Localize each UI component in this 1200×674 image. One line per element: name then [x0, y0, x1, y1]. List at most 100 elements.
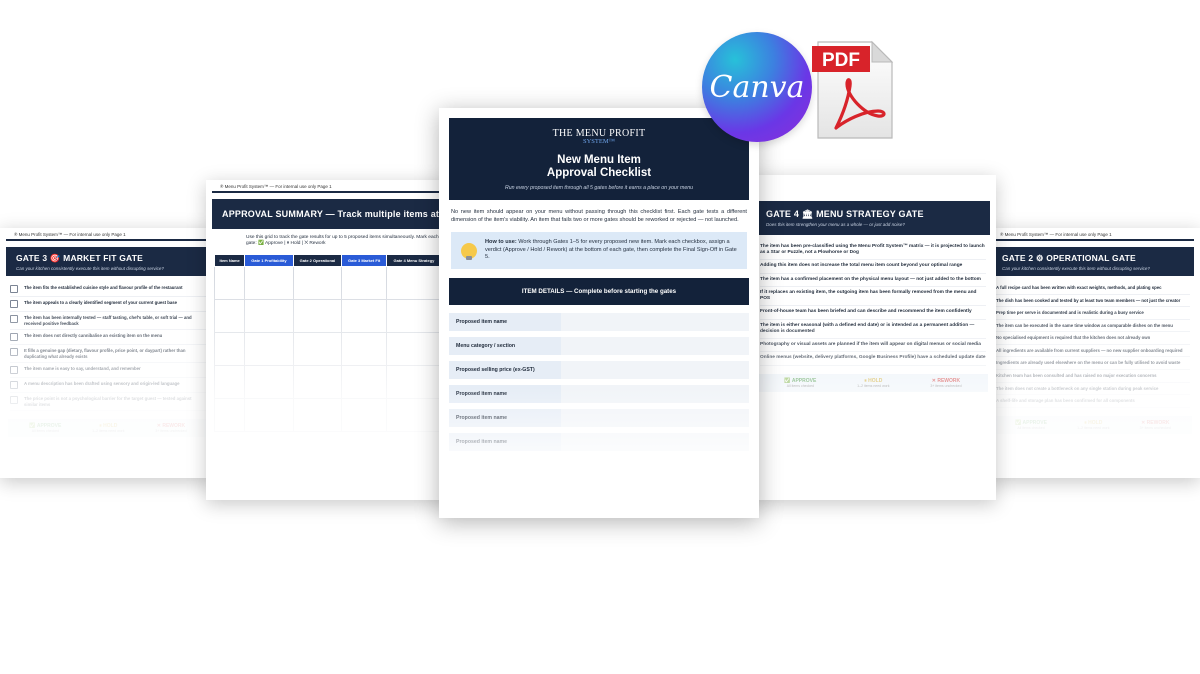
grid-cell[interactable]: [341, 265, 387, 300]
gate-3-banner: GATE 3 🎯 MARKET FIT GATE Can your kitche…: [6, 247, 210, 276]
canva-logo: Canva: [702, 32, 812, 142]
detail-input[interactable]: [561, 409, 749, 428]
checklist-item-label: The item appeals to a clearly identified…: [24, 300, 178, 305]
grid-cell[interactable]: [385, 364, 443, 399]
checkbox[interactable]: [10, 333, 18, 342]
checklist-item[interactable]: The item has been pre-classified using t…: [760, 241, 986, 261]
checkbox[interactable]: [10, 396, 18, 405]
checkbox[interactable]: [10, 300, 18, 308]
grid-cell[interactable]: [213, 364, 246, 399]
grid-cell[interactable]: [244, 298, 294, 333]
checkbox[interactable]: [10, 381, 18, 390]
detail-input[interactable]: [561, 385, 749, 404]
grid-cell[interactable]: [341, 331, 387, 366]
checklist-item[interactable]: The dish has been cooked and tested by a…: [996, 295, 1190, 308]
grid-cell[interactable]: [244, 265, 294, 300]
cover-title-line-2: Approval Checklist: [546, 166, 652, 179]
how-to-label: How to use:: [485, 239, 517, 246]
page-header: ® Menu Profit System™ — For internal use…: [6, 228, 210, 241]
detail-input[interactable]: [561, 361, 749, 380]
verdict-hold[interactable]: ⏸ HOLD 1–2 items need work: [857, 378, 889, 388]
verdict-hold[interactable]: ⏸ HOLD 1–2 items need work: [1077, 420, 1109, 430]
cover-subtitle: Run every proposed item through all 5 ga…: [504, 185, 693, 192]
checklist-item[interactable]: A shelf-life and storage plan has been c…: [996, 395, 1190, 408]
checklist-item[interactable]: If it replaces an existing item, the out…: [760, 287, 986, 307]
verdict-rework[interactable]: ✕ REWORK 3+ items unchecked: [930, 378, 961, 388]
table-row: [213, 331, 443, 366]
table-row: [213, 364, 443, 399]
checklist-item[interactable]: The item does not create a bottleneck on…: [996, 383, 1190, 396]
verdict-bar: ✅ APPROVE All items checked ⏸ HOLD 1–2 ite…: [8, 419, 208, 438]
verdict-rework[interactable]: ✕ REWORK 3+ items unchecked: [155, 423, 186, 433]
detail-input[interactable]: [561, 433, 749, 452]
detail-input[interactable]: [561, 313, 749, 332]
checklist-item[interactable]: It fills a genuine gap (dietary, flavour…: [10, 345, 206, 364]
grid-cell[interactable]: [213, 397, 246, 432]
grid-cell[interactable]: [292, 298, 343, 333]
verdict-hold[interactable]: ⏸ HOLD 1–2 items need work: [92, 423, 124, 433]
checklist-item[interactable]: The item has a confirmed placement on th…: [760, 274, 986, 287]
checklist-item[interactable]: The item is either seasonal (with a defi…: [760, 320, 986, 340]
checklist-item[interactable]: A full recipe card has been written with…: [996, 282, 1190, 295]
grid-cell[interactable]: [213, 331, 246, 366]
checkbox[interactable]: [10, 366, 18, 375]
grid-cell[interactable]: [385, 397, 443, 432]
gate-4-checklist: The item has been pre-classified using t…: [760, 241, 986, 366]
grid-cell[interactable]: [341, 364, 387, 399]
checklist-item[interactable]: The item appeals to a clearly identified…: [10, 297, 206, 312]
grid-cell[interactable]: [292, 397, 343, 432]
checklist-item[interactable]: No specialised equipment is required tha…: [996, 332, 1190, 345]
grid-cell[interactable]: [292, 331, 343, 366]
verdict-approve[interactable]: ✅ APPROVE All items checked: [29, 423, 61, 433]
grid-cell[interactable]: [213, 298, 246, 333]
grid-cell[interactable]: [385, 298, 443, 333]
grid-cell[interactable]: [341, 397, 387, 432]
checklist-item[interactable]: Kitchen team has been consulted and has …: [996, 370, 1190, 383]
checklist-item[interactable]: The item fits the established cuisine st…: [10, 282, 206, 297]
grid-cell[interactable]: [385, 331, 443, 366]
checklist-item[interactable]: Adding this item does not increase the t…: [760, 260, 986, 274]
checklist-item[interactable]: The item name is easy to say, understand…: [10, 363, 206, 379]
grid-cell[interactable]: [244, 397, 294, 432]
verdict-rework-sub: 3+ items unchecked: [1139, 425, 1171, 430]
checklist-item-label: It fills a genuine gap (dietary, flavour…: [24, 348, 186, 359]
grid-cell[interactable]: [244, 331, 294, 366]
checklist-item[interactable]: Front-of-house team has been briefed and…: [760, 306, 986, 320]
checkbox[interactable]: [10, 315, 18, 323]
gate-title: GATE 3 🎯 MARKET FIT GATE: [16, 253, 143, 263]
gate-title: GATE 4 🏛 MENU STRATEGY GATE: [766, 209, 924, 219]
checklist-item[interactable]: The price point is not a psychological b…: [10, 393, 206, 412]
grid-cell[interactable]: [341, 298, 387, 333]
detail-row: Proposed selling price (ex-GST): [449, 361, 749, 380]
checklist-item[interactable]: Online menus (website, delivery platform…: [760, 352, 986, 366]
grid-cell[interactable]: [244, 364, 294, 399]
checklist-item[interactable]: All ingredients are available from curre…: [996, 345, 1190, 358]
grid-cell[interactable]: [213, 265, 246, 300]
grid-cell[interactable]: [292, 265, 343, 300]
verdict-rework[interactable]: ✕ REWORK 3+ items unchecked: [1140, 420, 1171, 430]
checkbox[interactable]: [10, 348, 18, 357]
gate-title: GATE 2 ⚙ OPERATIONAL GATE: [1002, 253, 1136, 263]
checklist-item[interactable]: The item can be executed in the same tim…: [996, 320, 1190, 333]
checklist-item[interactable]: Ingredients are already used elsewhere o…: [996, 357, 1190, 371]
grid-cell[interactable]: [385, 265, 443, 300]
checklist-item[interactable]: The item does not directly cannibalise a…: [10, 330, 206, 346]
verdict-approve[interactable]: ✅ APPROVE All items checked: [1015, 420, 1047, 430]
checklist-item[interactable]: A menu description has been drafted usin…: [10, 378, 206, 394]
table-row: [213, 298, 443, 333]
checklist-item[interactable]: Photography or visual assets are planned…: [760, 339, 986, 353]
cover-intro: No new item should appear on your menu w…: [451, 209, 747, 223]
detail-row: Menu category / section: [449, 337, 749, 356]
checklist-item[interactable]: The item has been internally tested — st…: [10, 312, 206, 331]
page-gate-3: ® Menu Profit System™ — For internal use…: [0, 228, 216, 478]
page-header: ® Menu Profit System™ — For internal use…: [212, 180, 444, 193]
checklist-item[interactable]: Prep time per serve is documented and is…: [996, 307, 1190, 320]
checkbox[interactable]: [10, 285, 18, 293]
verdict-approve-label: ✅ APPROVE: [784, 377, 817, 384]
checklist-item-label: The item fits the established cuisine st…: [24, 285, 183, 290]
brand-system: SYSTEM™: [582, 138, 615, 145]
verdict-approve[interactable]: ✅ APPROVE All items checked: [784, 378, 816, 388]
detail-input[interactable]: [561, 337, 749, 356]
grid-cell[interactable]: [292, 364, 343, 399]
detail-label: Proposed item name: [449, 409, 561, 428]
